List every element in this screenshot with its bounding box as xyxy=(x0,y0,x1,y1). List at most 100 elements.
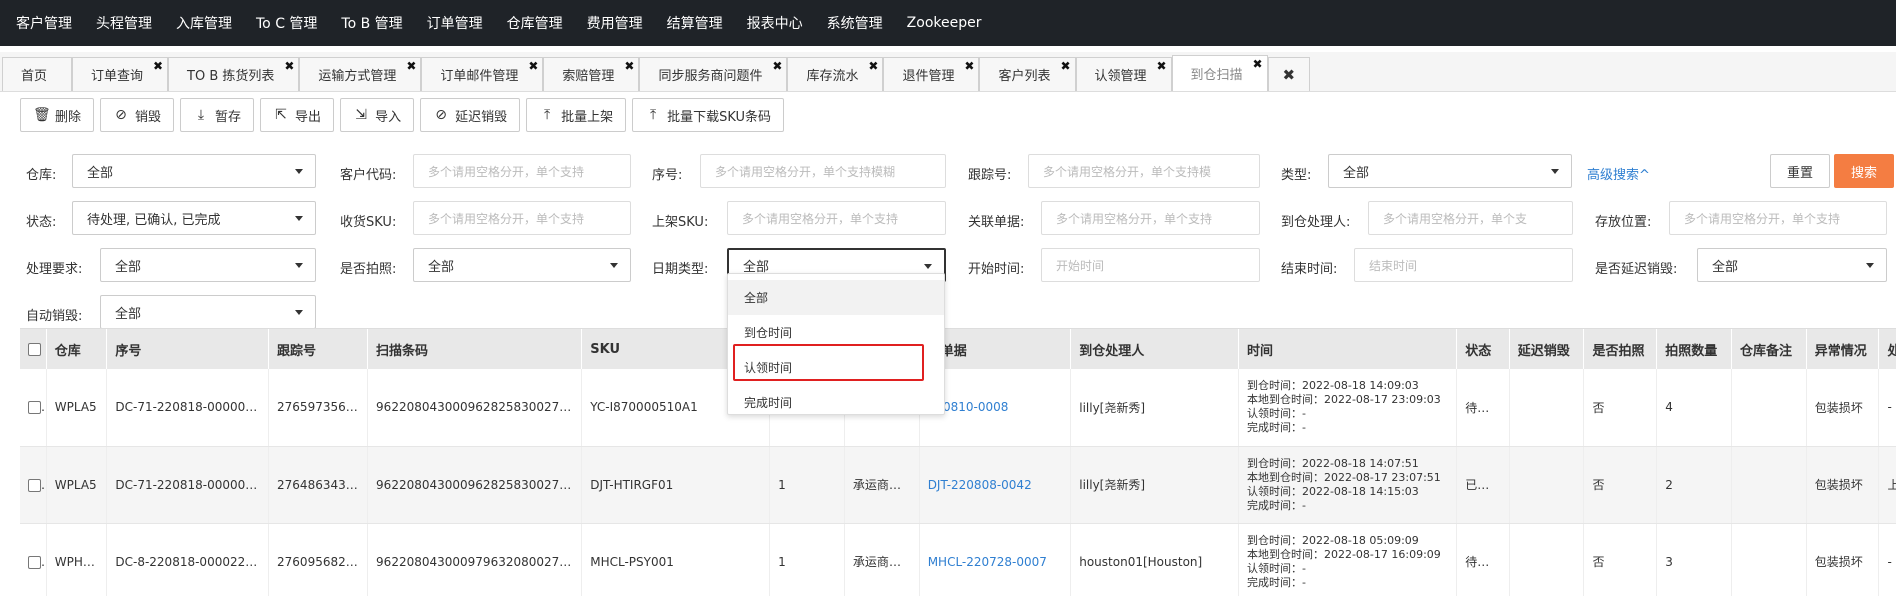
toolbar-button[interactable]: ⤒ 批量上架 xyxy=(526,98,627,132)
close-icon[interactable]: ✖ xyxy=(772,60,782,72)
tab-label: 运输方式管理 xyxy=(318,69,397,84)
nav-item[interactable]: 头程管理 xyxy=(86,13,162,33)
tab-item[interactable]: 库存流水 ✖ xyxy=(787,57,884,91)
close-icon[interactable]: ✖ xyxy=(964,60,974,72)
warehouse-cell: WPLA5 xyxy=(46,446,108,524)
toolbar-button[interactable]: ⤒ 批量下载SKU条码 xyxy=(632,98,785,132)
related-doc-input[interactable]: 多个请用空格分开，单个支持 xyxy=(1041,201,1260,235)
nav-item[interactable]: To C 管理 xyxy=(246,13,327,33)
download-icon: ⤓ xyxy=(197,107,205,123)
location-input[interactable]: 多个请用空格分开，单个支持 xyxy=(1669,201,1887,235)
dropdown-option[interactable]: 到仓时间 xyxy=(728,315,944,350)
close-icon[interactable]: ✖ xyxy=(406,60,416,72)
barcode-cell: 962208043000962825830027659... xyxy=(367,369,583,447)
auto-destroy-select[interactable]: 全部 xyxy=(100,295,316,329)
serial-cell: DC-71-220818-00000023 xyxy=(106,446,270,524)
tracking-input[interactable]: 多个请用空格分开，单个支持模 xyxy=(1028,154,1260,188)
row-checkbox[interactable] xyxy=(28,401,41,415)
tab-item[interactable]: TO B 拣货列表 ✖ xyxy=(168,57,300,91)
close-icon[interactable]: ✖ xyxy=(153,60,163,72)
nav-item[interactable]: 订单管理 xyxy=(417,13,493,33)
start-time-input[interactable]: 开始时间 xyxy=(1041,248,1260,282)
nav-item[interactable]: 入库管理 xyxy=(166,13,242,33)
close-icon[interactable]: ✖ xyxy=(1156,60,1166,72)
tab-item[interactable]: 退件管理 ✖ xyxy=(883,57,980,91)
nav-item[interactable]: Zookeeper xyxy=(897,15,992,31)
tab-item[interactable]: 运输方式管理 ✖ xyxy=(299,57,422,91)
serial-input[interactable]: 多个请用空格分开，单个支持模糊 xyxy=(700,154,946,188)
column-header: 到仓处理人 xyxy=(1070,329,1239,369)
tab-item[interactable]: 索赔管理 ✖ xyxy=(543,57,640,91)
tab-item[interactable]: 首页 xyxy=(2,57,73,91)
related-doc-link[interactable]: MHCL-220728-0007 xyxy=(919,523,1072,596)
delay-destroy-select[interactable]: 全部 xyxy=(1697,248,1887,282)
reset-button[interactable]: 重置 xyxy=(1770,154,1830,188)
tab-item[interactable]: 认领管理 ✖ xyxy=(1075,57,1172,91)
nav-item[interactable]: 结算管理 xyxy=(657,13,733,33)
select-all-checkbox-cell[interactable] xyxy=(20,329,47,369)
close-icon[interactable]: ✖ xyxy=(868,60,878,72)
table-row[interactable]: WPLA5 DC-71-220818-00000023 276486343096 96… xyxy=(20,446,1896,524)
photo-cell: 否 xyxy=(1583,446,1658,524)
close-icon[interactable]: ✖ xyxy=(284,60,294,72)
status-select-value: 待处理, 已确认, 已完成 xyxy=(87,212,221,228)
time-line: 本地到仓时间：2022-08-17 23:09:03 xyxy=(1246,393,1441,407)
column-header: 延迟销毁 xyxy=(1509,329,1585,369)
search-button[interactable]: 搜索 xyxy=(1834,154,1894,188)
photo-select[interactable]: 全部 xyxy=(413,248,631,282)
row-checkbox[interactable] xyxy=(28,478,41,492)
receive-sku-input[interactable]: 多个请用空格分开，单个支持 xyxy=(413,201,631,235)
row-checkbox-cell[interactable] xyxy=(20,446,47,524)
toolbar-button[interactable]: 🗑 删除 xyxy=(20,98,95,132)
time-cell: 到仓时间：2022-08-18 05:09:09 本地到仓时间：2022-08-1… xyxy=(1238,523,1458,596)
row-checkbox[interactable] xyxy=(28,555,41,569)
row-checkbox-cell[interactable] xyxy=(20,369,47,447)
requirement-select[interactable]: 全部 xyxy=(100,248,316,282)
toolbar-button[interactable]: ⤓ 暂存 xyxy=(180,98,255,132)
nav-item[interactable]: 客户管理 xyxy=(6,13,82,33)
nav-item[interactable]: 仓库管理 xyxy=(497,13,573,33)
tab-item[interactable]: 订单邮件管理 ✖ xyxy=(421,57,544,91)
toolbar-button[interactable]: ⊘ 延迟销毁 xyxy=(420,98,521,132)
nav-item[interactable]: 系统管理 xyxy=(817,13,893,33)
close-icon[interactable]: ✖ xyxy=(1060,60,1070,72)
time-line: 认领时间：2022-08-18 14:15:03 xyxy=(1246,484,1419,498)
select-all-checkbox[interactable] xyxy=(28,342,41,356)
related-doc-link[interactable]: DJT-220808-0042 xyxy=(919,446,1072,524)
tab-item[interactable]: 到仓扫描 ✖ xyxy=(1171,55,1268,91)
advanced-search-link[interactable]: 高级搜索^ xyxy=(1587,164,1650,183)
tab-item[interactable]: 订单查询 ✖ xyxy=(72,57,169,91)
time-line: 本地到仓时间：2022-08-17 16:09:09 xyxy=(1246,547,1441,561)
end-time-input[interactable]: 结束时间 xyxy=(1354,248,1573,282)
status-select[interactable]: 待处理, 已确认, 已完成 xyxy=(72,201,316,235)
column-header: 处理要 xyxy=(1878,329,1896,369)
close-icon[interactable]: ✖ xyxy=(1252,58,1262,70)
dropdown-option[interactable]: 认领时间 xyxy=(728,350,944,385)
close-icon[interactable]: ✖ xyxy=(624,60,634,72)
close-all-tabs-button[interactable]: ✖ xyxy=(1267,57,1311,91)
nav-item[interactable]: To B 管理 xyxy=(331,13,412,33)
toolbar-button[interactable]: ⇲ 导入 xyxy=(340,98,415,132)
tab-item[interactable]: 客户列表 ✖ xyxy=(979,57,1076,91)
customer-code-input[interactable]: 多个请用空格分开，单个支持 xyxy=(413,154,631,188)
dropdown-option[interactable]: 全部 xyxy=(728,280,944,315)
status-cell: 已确认 xyxy=(1456,446,1510,524)
nav-item[interactable]: 费用管理 xyxy=(577,13,653,33)
dropdown-option[interactable]: 完成时间 xyxy=(728,385,944,420)
row-checkbox-cell[interactable] xyxy=(20,523,47,596)
tab-item[interactable]: 同步服务商问题件 ✖ xyxy=(639,57,788,91)
toolbar-button[interactable]: ⇱ 导出 xyxy=(260,98,335,132)
close-icon[interactable]: ✖ xyxy=(528,60,538,72)
toolbar-button[interactable]: ⊘ 销毁 xyxy=(100,98,175,132)
toolbar-button-label: 销毁 xyxy=(135,109,162,125)
handler-input[interactable]: 多个请用空格分开，单个支 xyxy=(1368,201,1573,235)
table-row[interactable]: WPLA5 DC-71-220818-00000024 276597356020 96… xyxy=(20,369,1896,447)
warehouse-select[interactable]: 全部 xyxy=(72,154,316,188)
nav-item[interactable]: 报表中心 xyxy=(737,13,813,33)
column-header: 是否拍照 xyxy=(1583,329,1658,369)
time-line: 到仓时间：2022-08-18 14:07:51 xyxy=(1246,456,1419,470)
table-row[interactable]: WPHOU DC-8-220818-00002245 276095682420 962… xyxy=(20,523,1896,596)
shelf-sku-input[interactable]: 多个请用空格分开，单个支持 xyxy=(727,201,946,235)
type-select[interactable]: 全部 xyxy=(1328,154,1572,188)
table-header-row: 仓库 序号 跟踪号 扫描条码 SKU 联单据 到仓处理人 时间 状态 延迟销毁 是否拍照 拍照数量 仓库… xyxy=(20,329,1896,369)
